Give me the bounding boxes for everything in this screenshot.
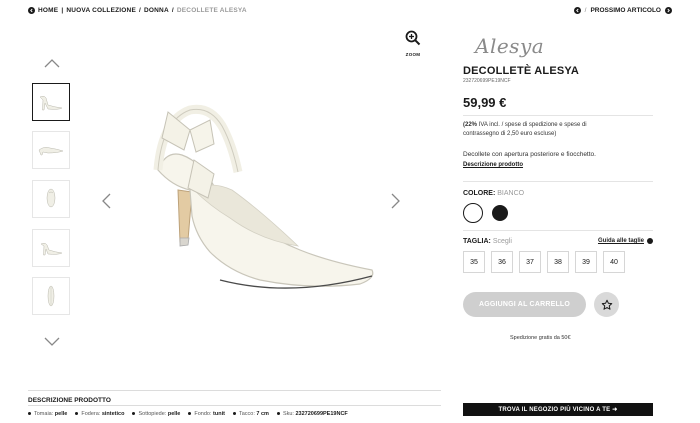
- breadcrumb-separator: /: [139, 7, 142, 14]
- spec-key: Tomaia:: [34, 411, 54, 417]
- vat-text: IVA incl. / spese di spedizione e spese …: [463, 122, 587, 137]
- shipping-note: Spedizione gratis da 50€: [510, 335, 571, 341]
- next-article-link[interactable]: PROSSIMO ARTICOLO: [590, 7, 661, 14]
- spec-key: Sottopiede:: [138, 411, 167, 417]
- size-option-40[interactable]: 40: [603, 251, 625, 273]
- divider: [463, 115, 653, 116]
- zoom-label: ZOOM: [405, 52, 421, 57]
- spec-value: sintetico: [101, 411, 125, 417]
- color-swatch-black[interactable]: [492, 205, 508, 221]
- product-price: 59,99 €: [463, 95, 507, 110]
- vat-note: (22% IVA incl. / spese di spedizione e s…: [463, 121, 623, 139]
- color-label: COLORE:: [463, 190, 496, 197]
- spec-item: Sku: 232720699PE19NCF: [276, 411, 348, 417]
- description-link[interactable]: Descrizione prodotto: [463, 162, 523, 168]
- size-option-37[interactable]: 37: [519, 251, 541, 273]
- spec-key: Fondo:: [194, 411, 212, 417]
- thumbnail-1[interactable]: [32, 83, 70, 121]
- spec-item: Sottopiede: pelle: [132, 411, 180, 417]
- size-option-36[interactable]: 36: [491, 251, 513, 273]
- size-guide-link[interactable]: Guida alle taglie: [598, 238, 653, 244]
- bullet-icon: [276, 412, 280, 416]
- article-nav: / PROSSIMO ARTICOLO: [573, 7, 672, 14]
- thumbnail-3[interactable]: [32, 180, 70, 218]
- spec-key: Fodera:: [81, 411, 101, 417]
- size-placeholder: Scegli: [492, 238, 512, 245]
- previous-article-icon[interactable]: [573, 7, 581, 14]
- thumbnails-up-chevron-icon[interactable]: [44, 55, 60, 73]
- size-option-35[interactable]: 35: [463, 251, 485, 273]
- bullet-icon: [75, 412, 79, 416]
- add-to-cart-button[interactable]: AGGIUNGI AL CARRELLO: [463, 292, 586, 317]
- product-title: DECOLLETÈ ALESYA: [463, 65, 580, 77]
- product-code: 232720699PE19NCF: [463, 78, 511, 84]
- info-icon: [647, 238, 653, 244]
- spec-value: pelle: [167, 411, 181, 417]
- bullet-icon: [232, 412, 236, 416]
- breadcrumb-current: DECOLLETE ALESYA: [176, 7, 247, 14]
- divider: [28, 405, 441, 406]
- breadcrumb-nuova-collezione[interactable]: NUOVA COLLEZIONE: [66, 7, 136, 14]
- bullet-icon: [188, 412, 192, 416]
- spec-value: 232720699PE19NCF: [295, 411, 348, 417]
- size-guide-label: Guida alle taglie: [597, 238, 644, 244]
- brand-logo: Alesya: [475, 34, 545, 58]
- short-description: Decollete con apertura posteriore e fioc…: [463, 151, 596, 158]
- nav-separator: /: [584, 7, 587, 14]
- zoom-button[interactable]: ZOOM: [402, 30, 424, 57]
- product-image: [110, 40, 410, 340]
- breadcrumb: HOME | NUOVA COLLEZIONE / DONNA / DECOLL…: [28, 7, 247, 14]
- color-value: BIANCO: [497, 190, 525, 197]
- spec-value: pelle: [54, 411, 68, 417]
- size-option-39[interactable]: 39: [575, 251, 597, 273]
- spec-key: Sku:: [282, 411, 294, 417]
- color-swatch-white[interactable]: [463, 203, 483, 223]
- star-icon: [601, 299, 612, 310]
- vat-rate: (22%: [463, 122, 478, 128]
- bullet-icon: [132, 412, 136, 416]
- size-options: 35 36 37 38 39 40: [463, 251, 625, 273]
- size-option-38[interactable]: 38: [547, 251, 569, 273]
- spec-key: Tacco:: [238, 411, 255, 417]
- image-next-chevron-icon[interactable]: [391, 193, 400, 214]
- color-label-row: COLORE: BIANCO: [463, 190, 524, 197]
- zoom-icon: [405, 30, 421, 46]
- size-label-row: TAGLIA: Scegli Guida alle taglie: [463, 238, 653, 245]
- spec-value: 7 cm: [256, 411, 269, 417]
- find-store-button[interactable]: TROVA IL NEGOZIO PIÙ VICINO A TE ➜: [463, 403, 653, 416]
- divider: [463, 230, 653, 231]
- spec-item: Tacco: 7 cm: [232, 411, 269, 417]
- size-label: TAGLIA:: [463, 238, 491, 245]
- thumbnail-2[interactable]: [32, 131, 70, 169]
- product-description-title: DESCRIZIONE PRODOTTO: [28, 397, 111, 404]
- top-bar: HOME | NUOVA COLLEZIONE / DONNA / DECOLL…: [0, 0, 700, 22]
- spec-value: tunit: [213, 411, 225, 417]
- spec-item: Tomaia: pelle: [28, 411, 67, 417]
- breadcrumb-home[interactable]: HOME: [38, 7, 58, 14]
- product-specs: Tomaia: pelle Fodera: sintetico Sottopie…: [28, 411, 348, 417]
- divider: [28, 390, 441, 391]
- bullet-icon: [28, 412, 31, 416]
- next-article-icon[interactable]: [665, 7, 672, 14]
- breadcrumb-donna[interactable]: DONNA: [144, 7, 169, 14]
- divider: [463, 181, 653, 182]
- thumbnail-5[interactable]: [32, 277, 70, 315]
- thumbnails-down-chevron-icon[interactable]: [44, 333, 60, 351]
- thumbnail-4[interactable]: [32, 229, 70, 267]
- breadcrumb-separator: |: [61, 7, 64, 14]
- back-icon[interactable]: [28, 7, 35, 14]
- breadcrumb-separator: /: [171, 7, 174, 14]
- wishlist-button[interactable]: [594, 292, 619, 317]
- spec-item: Fondo: tunit: [188, 411, 225, 417]
- spec-item: Fodera: sintetico: [75, 411, 124, 417]
